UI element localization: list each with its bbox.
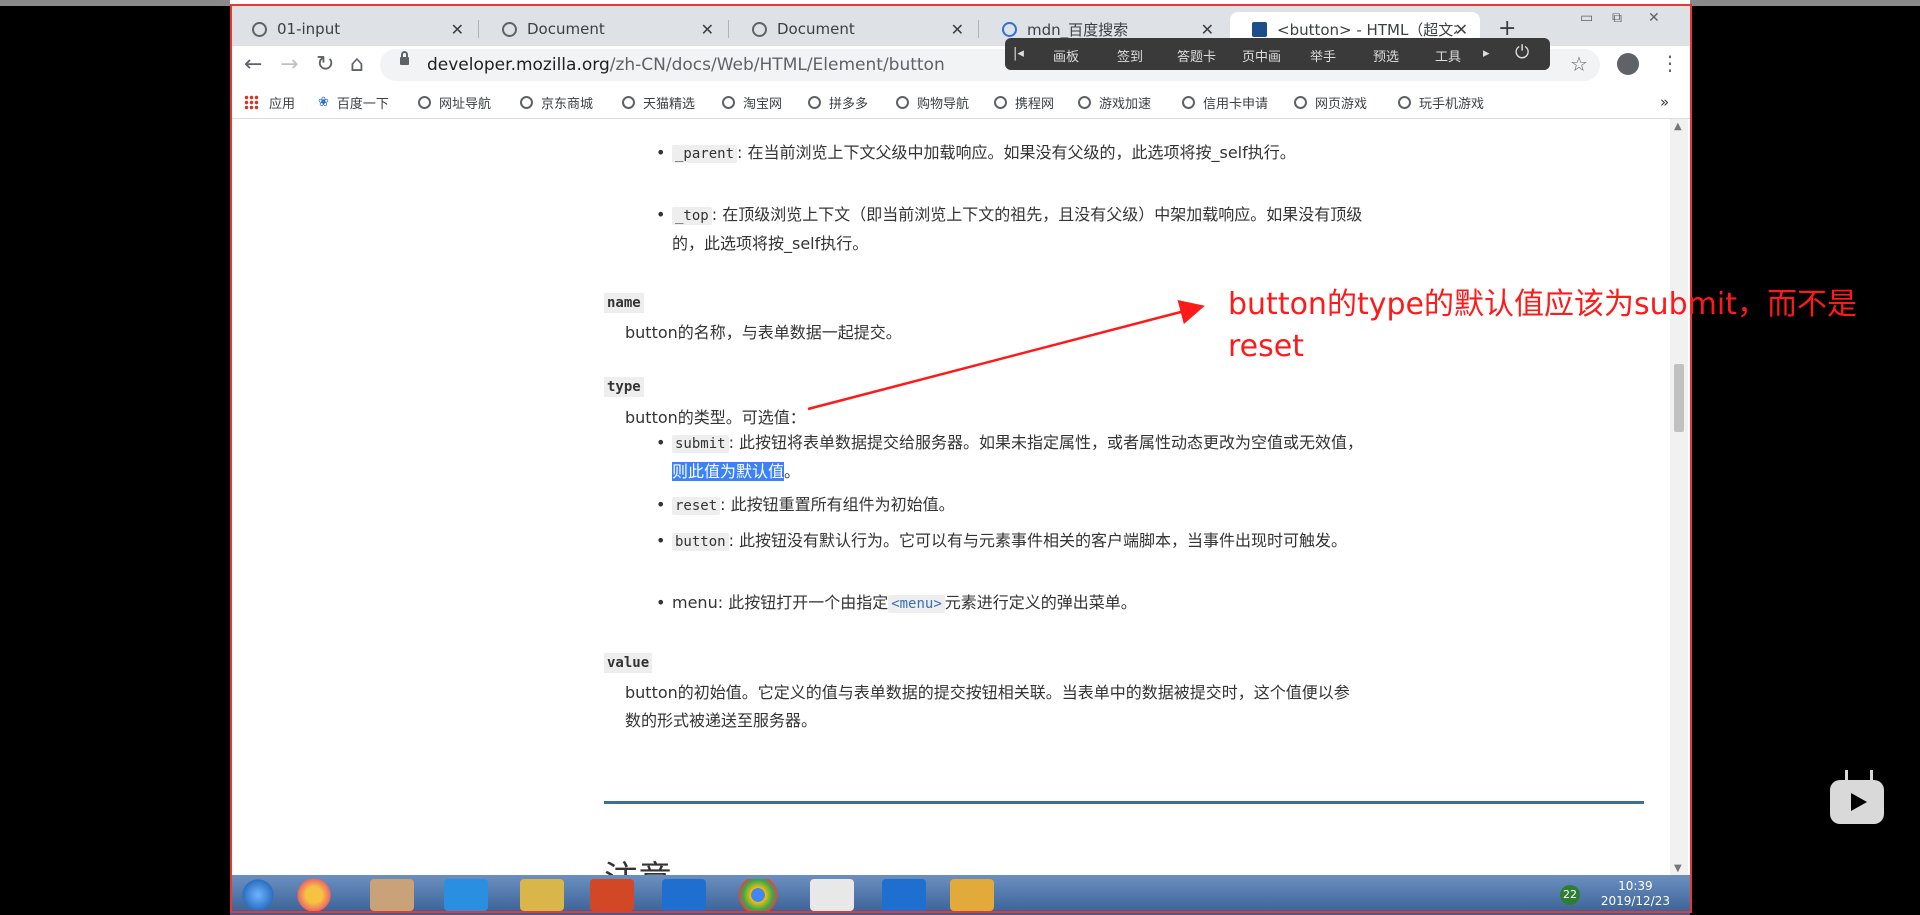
- annotation-note: button的type的默认值应该为submit，而不是reset: [1228, 287, 1857, 364]
- video-play-icon[interactable]: [1830, 780, 1884, 824]
- annotation-arrow: [807, 299, 1205, 411]
